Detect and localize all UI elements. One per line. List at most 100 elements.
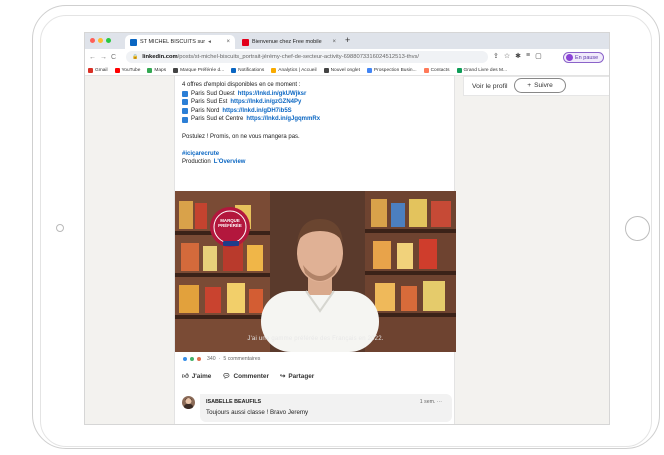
hashtag-link[interactable]: #iciçarecrute [182, 150, 452, 159]
tab-title: ST MICHEL BISCUITS sur [140, 39, 206, 45]
bookmark-new-tab[interactable]: Nouvel onglet [323, 67, 360, 73]
share-icon[interactable]: ⇪ [493, 52, 499, 60]
follow-button[interactable]: + Suivre [514, 78, 566, 93]
plus-icon: + [527, 82, 532, 89]
like-button[interactable]: 👍︎ J'aime [182, 372, 211, 381]
offer-line: Paris Nord https://lnkd.in/gDH7ib5S [182, 107, 452, 116]
comment-timestamp: 1 sem. [419, 399, 436, 405]
sidebar-icon[interactable]: ▢ [535, 52, 542, 60]
post-cta: Postulez ! Promis, on ne vous mangera pa… [182, 133, 300, 140]
video-caption: J'ai une gamme préférée des Français en … [247, 336, 384, 342]
reaction-count: 340 [207, 356, 216, 362]
comment-item: ISABELLE BEAUFILS 1 sem. ··· Toujours au… [180, 394, 452, 422]
badge-line: PRÉFÉRÉE [218, 223, 242, 228]
forward-icon[interactable]: → [100, 54, 107, 61]
tab-strip: ST MICHEL BISCUITS sur ◂ × Bienvenue che… [85, 33, 609, 49]
avatar [566, 54, 573, 61]
bookmark-grand-livre[interactable]: Grand Livre des M... [456, 67, 507, 73]
production-link[interactable]: L'Overview [214, 158, 246, 167]
linkedin-icon [231, 67, 237, 73]
back-icon[interactable]: ← [89, 54, 96, 61]
avatar[interactable] [182, 396, 195, 409]
comment-icon: 💬︎ [222, 373, 231, 380]
comment-time: 1 sem. ··· [420, 399, 442, 405]
extensions-icon[interactable]: ✱ [515, 52, 521, 60]
share-button[interactable]: ↪ Partager [279, 372, 315, 381]
close-tab-icon[interactable]: × [226, 39, 230, 45]
bookmark-contacts[interactable]: Contacts [423, 67, 450, 73]
bookmark-label: Notifications [238, 67, 265, 73]
share-label: Partager [288, 372, 315, 380]
bookmark-marque[interactable]: Marque Préférée d... [173, 67, 225, 73]
close-tab-icon[interactable]: × [332, 39, 336, 45]
comment-text: Toujours aussi classe ! Bravo Jeremy [206, 409, 309, 416]
tablet-frame: ST MICHEL BISCUITS sur ◂ × Bienvenue che… [0, 0, 664, 455]
gmail-icon [88, 67, 93, 73]
video-player[interactable]: MARQUE PRÉFÉRÉE J'ai une gamme préférée … [175, 191, 456, 352]
offer-link[interactable]: https://lnkd.in/gzGZN4Py [230, 98, 301, 107]
bookmark-analytics[interactable]: Analytics | Accueil [271, 67, 317, 73]
reload-icon[interactable]: C [111, 54, 116, 61]
offer-link[interactable]: https://lnkd.in/gJgqmmRx [246, 115, 320, 124]
bookmark-notifications[interactable]: Notifications [231, 67, 265, 73]
linkedin-favicon-icon [130, 38, 137, 46]
brand-badge-text: MARQUE PRÉFÉRÉE [214, 218, 246, 228]
camera-icon [56, 224, 64, 232]
comments-count[interactable]: 5 commentaires [223, 356, 260, 362]
video-frame [175, 191, 456, 352]
like-reaction-icon [182, 356, 188, 362]
bookmarks-bar: Gmail YouTube Maps Marque Préférée d... … [85, 65, 609, 76]
follow-label: Suivre [534, 82, 553, 89]
browser-window: ST MICHEL BISCUITS sur ◂ × Bienvenue che… [84, 32, 610, 425]
production-label: Production [182, 159, 211, 166]
reactions-summary[interactable]: 340 · 5 commentaires [182, 356, 260, 362]
pin-icon [182, 99, 188, 106]
post-actions: 👍︎ J'aime 💬︎ Commenter ↪ Partager [182, 372, 315, 381]
offer-region: Paris Sud Ouest [191, 90, 235, 97]
new-tab-button[interactable]: + [345, 35, 350, 45]
url-path: /posts/st-michel-biscuits_portrait-jérém… [177, 54, 419, 60]
offer-link[interactable]: https://lnkd.in/gDH7ib5S [222, 107, 291, 116]
star-icon[interactable]: ☆ [504, 52, 510, 60]
profile-status: En pause [575, 54, 599, 61]
offer-line: Paris Sud Est https://lnkd.in/gzGZN4Py [182, 98, 452, 107]
offer-region: Paris Sud et Centre [191, 116, 244, 123]
reading-list-icon[interactable]: ≡ [526, 52, 530, 60]
home-button[interactable] [625, 216, 650, 241]
offer-line: Paris Sud et Centre https://lnkd.in/gJgqm… [182, 115, 452, 124]
bookmark-label: Maps [154, 67, 167, 73]
maximize-window-icon[interactable] [106, 38, 111, 43]
minimize-window-icon[interactable] [98, 38, 103, 43]
tab-free-mobile[interactable]: Bienvenue chez Free mobile × [237, 35, 341, 49]
bookmark-gmail[interactable]: Gmail [88, 67, 108, 73]
google-icon [366, 67, 372, 73]
bookmark-label: Analytics | Accueil [278, 67, 317, 73]
maps-icon [147, 67, 153, 73]
globe-icon [173, 67, 179, 73]
bookmark-youtube[interactable]: YouTube [114, 67, 140, 73]
thumbs-up-icon: 👍︎ [182, 373, 189, 380]
linkedin-post: 4 offres d'emploi disponibles en ce mome… [174, 76, 456, 424]
bookmark-maps[interactable]: Maps [147, 67, 167, 73]
bookmark-label: Gmail [95, 67, 108, 73]
love-reaction-icon [196, 356, 202, 362]
globe-icon [323, 67, 329, 73]
profile-button[interactable]: En pause [563, 52, 605, 63]
address-bar[interactable]: 🔒 linkedin.com /posts/st-michel-biscuits… [126, 51, 488, 63]
bookmark-label: Marque Préférée d... [180, 67, 225, 73]
separator: · [218, 356, 221, 362]
bookmark-label: Prospection Busin... [373, 67, 417, 73]
toolbar-icons: ⇪ ☆ ✱ ≡ ▢ [493, 52, 542, 60]
comment-author[interactable]: ISABELLE BEAUFILS [206, 399, 261, 405]
view-profile-link[interactable]: Voir le profil [472, 83, 508, 90]
share-arrow-icon: ↪ [279, 373, 286, 380]
tab-title: Bienvenue chez Free mobile [252, 39, 322, 45]
browser-toolbar: ← → C 🔒 linkedin.com /posts/st-michel-bi… [85, 49, 609, 65]
more-options-icon[interactable]: ··· [437, 399, 442, 405]
bookmark-prospection[interactable]: Prospection Busin... [366, 67, 417, 73]
offer-region: Paris Nord [191, 107, 220, 114]
offer-link[interactable]: https://lnkd.in/gkUWjksr [238, 90, 307, 99]
close-window-icon[interactable] [90, 38, 95, 43]
tab-linkedin[interactable]: ST MICHEL BISCUITS sur ◂ × [125, 35, 235, 49]
comment-button[interactable]: 💬︎ Commenter [222, 372, 269, 381]
